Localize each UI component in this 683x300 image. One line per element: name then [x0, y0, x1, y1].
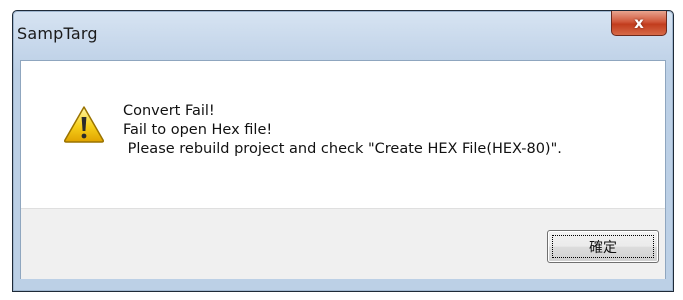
dialog-body: Convert Fail! Fail to open Hex file! Ple…: [20, 60, 666, 279]
close-button[interactable]: x: [611, 11, 667, 36]
ok-button[interactable]: 確定: [547, 230, 659, 263]
window-title: SampTarg: [17, 24, 98, 43]
message-text: Convert Fail! Fail to open Hex file! Ple…: [123, 102, 562, 159]
close-icon: x: [634, 13, 644, 32]
message-line-1: Convert Fail!: [123, 103, 215, 119]
screenshot: SampTarg x Convert Fail! Fail to open He…: [0, 0, 683, 300]
message-line-2: Fail to open Hex file!: [123, 122, 273, 138]
ok-button-label: 確定: [589, 239, 617, 256]
message-area: Convert Fail! Fail to open Hex file! Ple…: [21, 61, 665, 208]
message-dialog: SampTarg x Convert Fail! Fail to open He…: [12, 10, 674, 292]
warning-icon: [63, 106, 105, 143]
message-line-3: Please rebuild project and check "Create…: [123, 141, 562, 157]
title-bar[interactable]: SampTarg x: [13, 11, 673, 63]
